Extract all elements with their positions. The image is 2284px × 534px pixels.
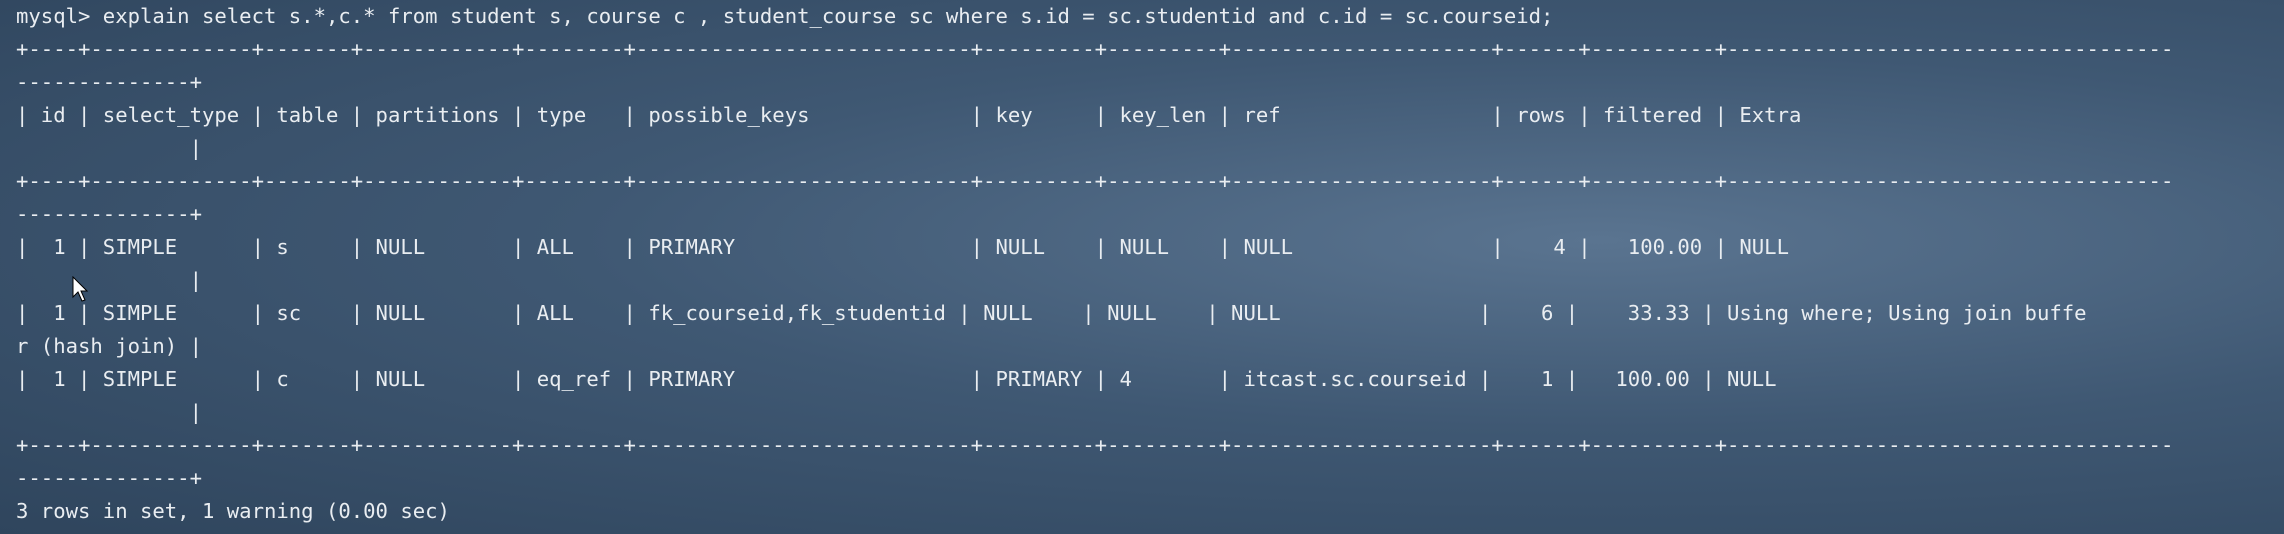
table-border-bottom: +----+-------------+-------+------------… [16, 433, 2174, 457]
result-summary: 3 rows in set, 1 warning (0.00 sec) [16, 499, 450, 523]
table-border-bottom-wrap: --------------+ [16, 466, 202, 490]
table-header-row-wrap: | [16, 136, 202, 160]
terminal-window[interactable]: mysql> explain select s.*,c.* from stude… [0, 0, 2284, 534]
table-row: | 1 | SIMPLE | sc | NULL | ALL | fk_cour… [16, 301, 2087, 325]
table-border-mid: +----+-------------+-------+------------… [16, 169, 2174, 193]
table-row-wrap: r (hash join) | [16, 334, 202, 358]
table-border-top: +----+-------------+-------+------------… [16, 37, 2174, 61]
table-row-wrap: | [16, 400, 202, 424]
table-row: | 1 | SIMPLE | c | NULL | eq_ref | PRIMA… [16, 367, 1777, 391]
table-border-mid-wrap: --------------+ [16, 202, 202, 226]
command-line: mysql> explain select s.*,c.* from stude… [16, 4, 1554, 28]
table-row-wrap: | [16, 268, 202, 292]
table-border-top-wrap: --------------+ [16, 70, 202, 94]
table-row: | 1 | SIMPLE | s | NULL | ALL | PRIMARY … [16, 235, 1789, 259]
mouse-pointer-icon [72, 276, 88, 302]
table-header-row: | id | select_type | table | partitions … [16, 103, 1802, 127]
